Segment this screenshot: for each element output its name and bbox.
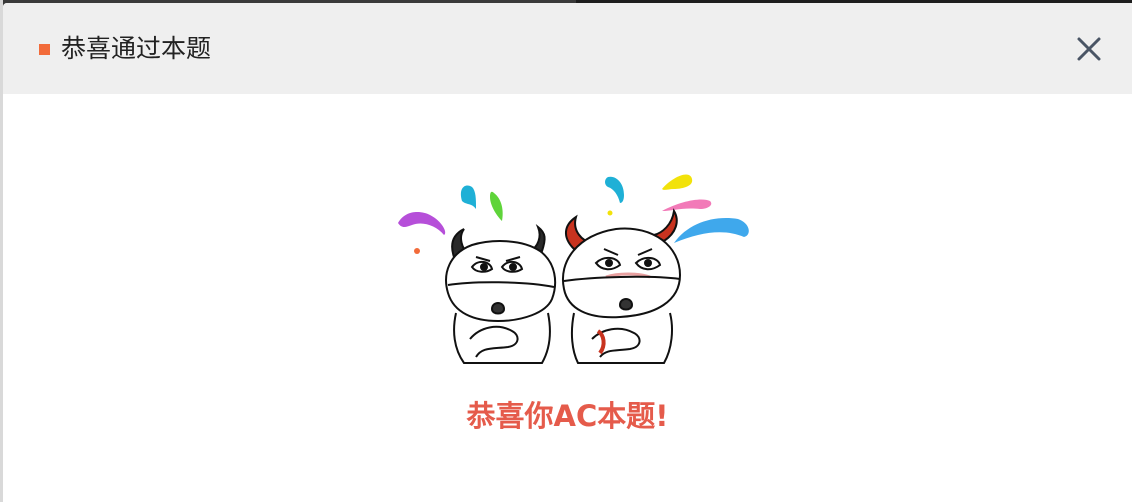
celebration-illustration <box>398 174 749 364</box>
title-marker-icon <box>39 44 50 55</box>
dialog-header: 恭喜通过本题 <box>3 3 1132 94</box>
close-icon <box>1077 37 1101 61</box>
close-button[interactable] <box>1071 31 1107 67</box>
success-message: 恭喜你AC本题! <box>466 399 669 433</box>
success-dialog: 恭喜通过本题 恭喜你AC本题! <box>3 3 1132 502</box>
dialog-title: 恭喜通过本题 <box>61 34 212 63</box>
